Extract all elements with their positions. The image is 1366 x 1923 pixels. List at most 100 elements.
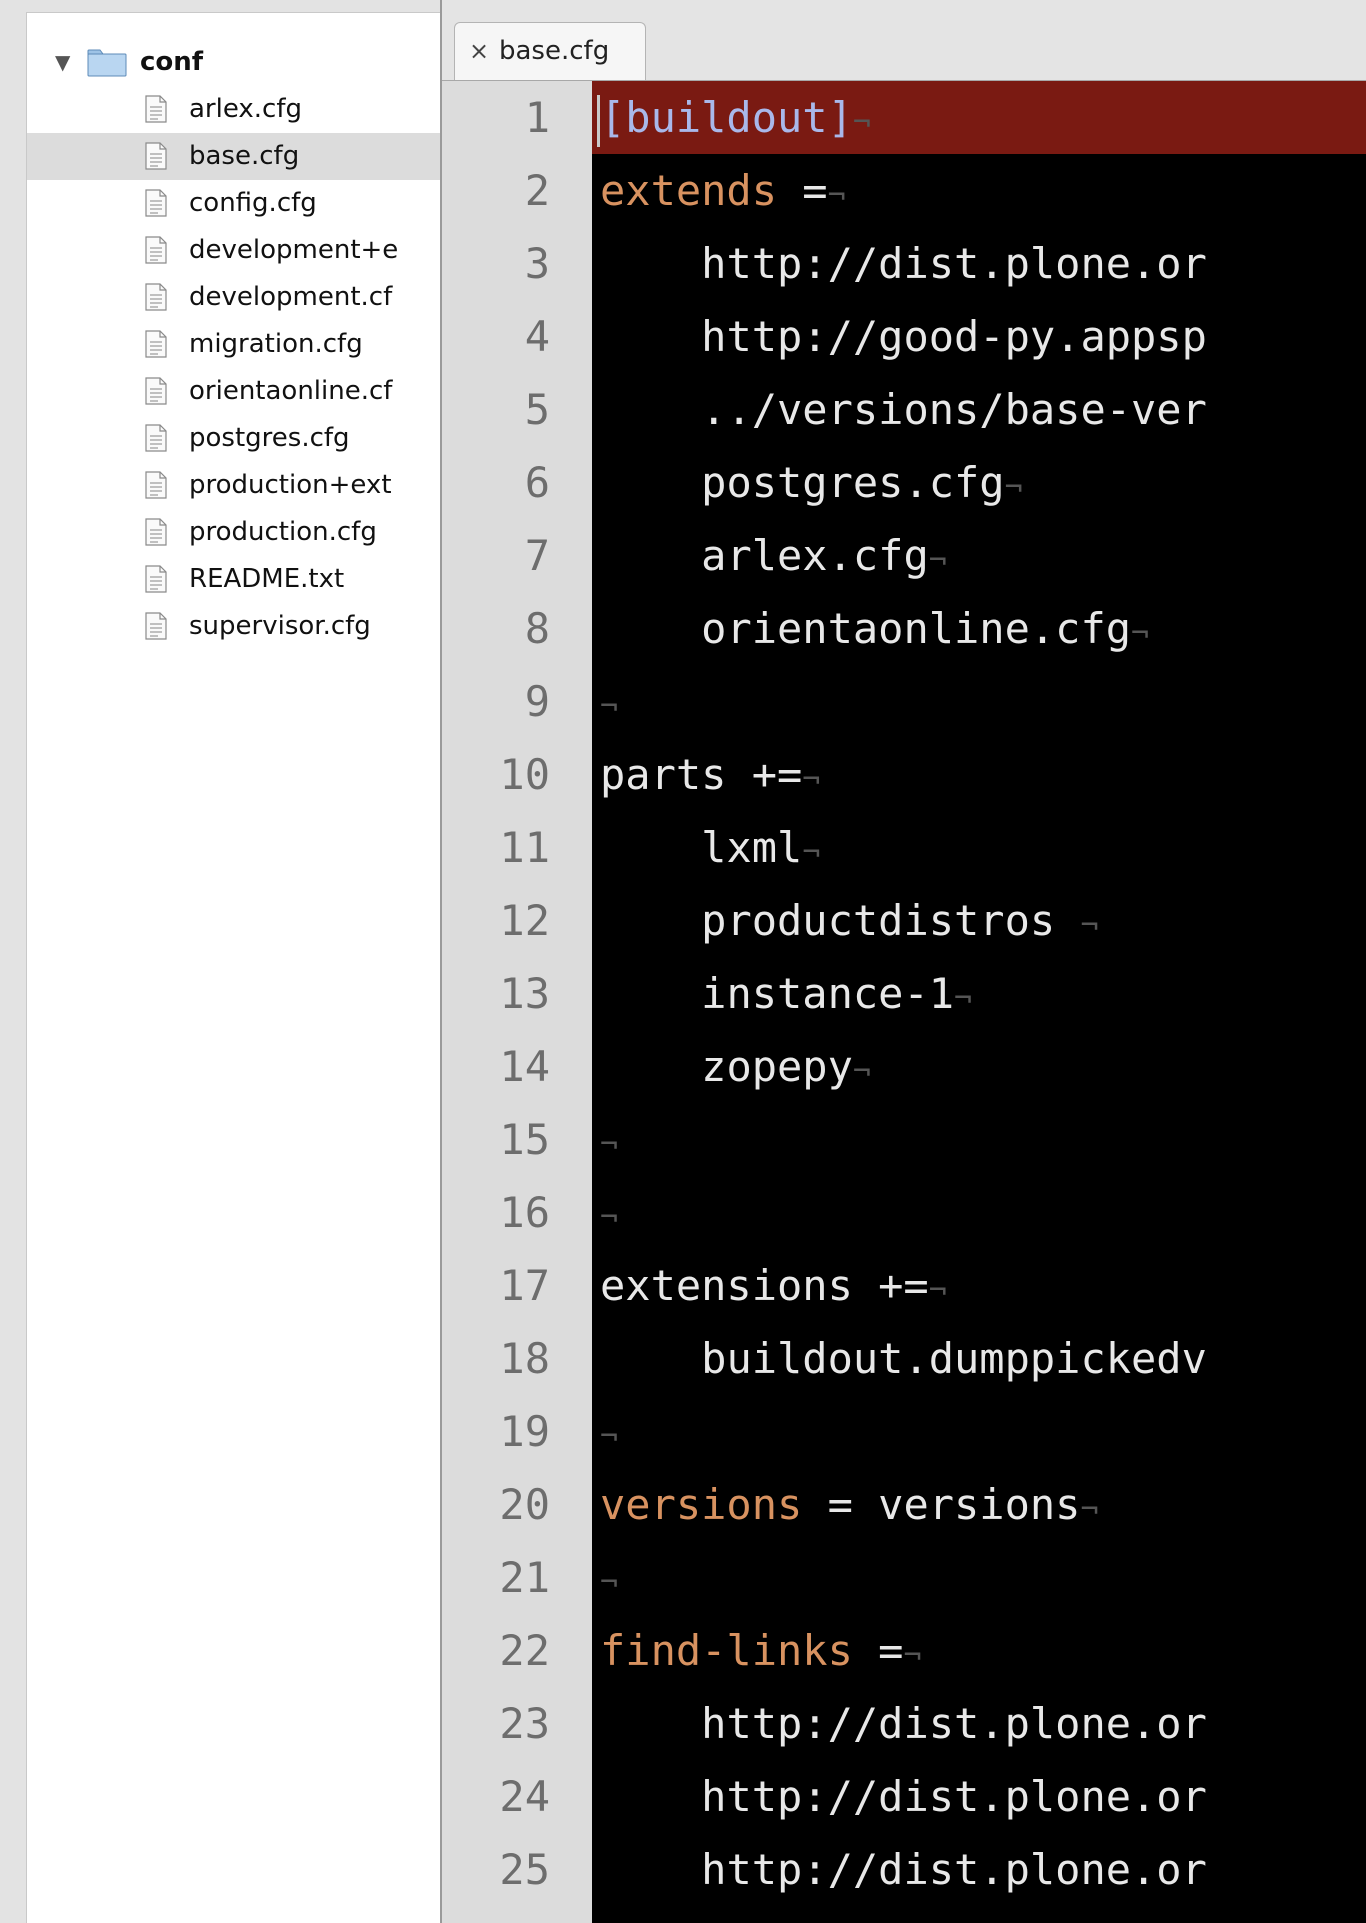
folder-icon [87,49,127,77]
code-line[interactable]: ../versions/base-ver [592,373,1366,446]
code-line-content: productdistros ¬ [592,896,1098,945]
code-line[interactable]: ¬ [592,1541,1366,1614]
line-number: 20 [499,1480,550,1529]
close-tab-icon[interactable]: × [469,23,489,79]
code-text: zopepy [701,1042,853,1091]
code-line[interactable]: ¬ [592,1176,1366,1249]
end-of-line-marker: ¬ [600,1127,619,1162]
tree-folder-conf[interactable]: ▼ conf [27,39,440,86]
line-number: 18 [499,1334,550,1383]
end-of-line-marker: ¬ [1131,616,1150,651]
file-label: base.cfg [189,141,300,171]
code-line-content: orientaonline.cfg¬ [592,604,1149,653]
code-area[interactable]: [buildout]¬ extends =¬ http://dist.plone.… [592,81,1366,1923]
tree-file-item[interactable]: migration.cfg [27,321,440,368]
tree-file-item[interactable]: production+ext [27,462,440,509]
tab-bar: × base.cfg [442,0,1366,81]
line-number: 9 [524,677,550,726]
tree-file-item[interactable]: arlex.cfg [27,86,440,133]
code-line[interactable]: ¬ [592,1395,1366,1468]
tree-file-item[interactable]: orientaonline.cf [27,368,440,415]
tree-file-item[interactable]: supervisor.cfg [27,603,440,650]
code-line[interactable]: productdistros ¬ [592,884,1366,957]
code-text: http://dist.plone.or [701,239,1207,288]
tree-file-item[interactable]: production.cfg [27,509,440,556]
line-number: 24 [499,1772,550,1821]
config-key: extends [600,166,778,215]
line-number: 25 [499,1845,550,1894]
code-line[interactable]: instance-1¬ [592,957,1366,1030]
tree-file-item[interactable]: config.cfg [27,180,440,227]
end-of-line-marker: ¬ [852,1054,871,1089]
code-line-content: ¬ [592,1553,618,1602]
code-line[interactable]: buildout.dumppickedv [592,1322,1366,1395]
code-line-content: http://dist.plone.or [592,1845,1207,1894]
line-number: 21 [499,1553,550,1602]
code-line[interactable]: extensions +=¬ [592,1249,1366,1322]
tree-file-item[interactable]: development+e [27,227,440,274]
code-text: http://good-py.appsp [701,312,1207,361]
disclosure-triangle-icon[interactable]: ▼ [55,39,77,86]
line-number: 8 [524,604,550,653]
line-number: 17 [499,1261,550,1310]
line-number: 2 [524,166,550,215]
code-line[interactable]: http://good-py.appsp [592,300,1366,373]
code-line[interactable]: lxml¬ [592,811,1366,884]
line-number: 23 [499,1699,550,1748]
code-line[interactable]: extends =¬ [592,154,1366,227]
folder-label: conf [140,47,204,77]
file-label: production.cfg [189,517,377,547]
code-line[interactable]: http://dist.plone.or [592,1760,1366,1833]
code-editor[interactable]: 1 2 3 4 5 6 7 8 9 10 11 12 13 14 15 16 17 18 19 20 21 22 23 24 2… [442,81,1366,1923]
code-text: postgres.cfg [701,458,1005,507]
code-line-content: arlex.cfg¬ [592,531,947,580]
file-label: development+e [189,235,399,265]
code-line[interactable]: parts +=¬ [592,738,1366,811]
code-line-content: versions = versions¬ [592,1480,1099,1529]
code-line[interactable]: arlex.cfg¬ [592,519,1366,592]
line-number: 16 [499,1188,550,1237]
file-label: README.txt [189,564,345,594]
line-number: 11 [499,823,550,872]
code-text: instance-1 [701,969,955,1018]
code-line[interactable]: find-links =¬ [592,1614,1366,1687]
code-text: buildout.dumppickedv [701,1334,1207,1383]
tree-file-item[interactable]: postgres.cfg [27,415,440,462]
code-line[interactable]: zopepy¬ [592,1030,1366,1103]
code-line[interactable]: http://dist.plone.or [592,1833,1366,1906]
code-line-content: extends =¬ [592,166,846,215]
code-text: = [777,166,828,215]
tree-file-item[interactable]: base.cfg [27,133,440,180]
line-number: 22 [499,1626,550,1675]
line-number: 5 [524,385,550,434]
file-label: supervisor.cfg [189,611,371,641]
document-icon [145,142,167,170]
tree-file-item[interactable]: development.cf [27,274,440,321]
line-number: 10 [499,750,550,799]
code-text: arlex.cfg [701,531,929,580]
line-number: 3 [524,239,550,288]
code-line-content: ¬ [592,1188,618,1237]
code-line[interactable]: [buildout]¬ [592,81,1366,154]
line-number: 14 [499,1042,550,1091]
code-line[interactable]: http://dist.plone.or [592,1687,1366,1760]
end-of-line-marker: ¬ [852,105,871,140]
line-number: 19 [499,1407,550,1456]
code-line[interactable]: orientaonline.cfg¬ [592,592,1366,665]
code-line[interactable]: versions = versions¬ [592,1468,1366,1541]
tab-base-cfg[interactable]: × base.cfg [454,22,646,80]
code-line[interactable]: ¬ [592,1103,1366,1176]
code-line-content: [buildout]¬ [592,93,871,147]
code-line[interactable]: postgres.cfg¬ [592,446,1366,519]
line-number: 1 [524,93,550,142]
code-line[interactable]: ¬ [592,665,1366,738]
code-line[interactable]: http://dist.plone.or [592,227,1366,300]
end-of-line-marker: ¬ [1004,470,1023,505]
tree-file-item[interactable]: README.txt [27,556,440,603]
